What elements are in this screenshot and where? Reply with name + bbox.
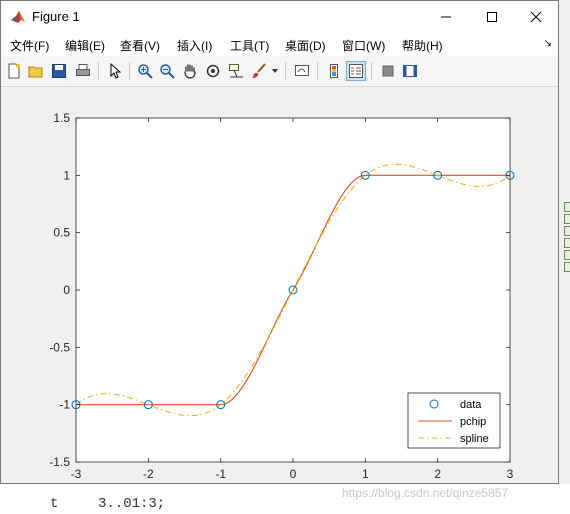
background-marker: [564, 214, 570, 224]
code-variable: t: [50, 496, 59, 512]
figure-canvas[interactable]: -3 -2 -1 0 1 2 3 1.5 1 0.5 0 -0.5 -1 -1.5 data pchip sp…: [2, 87, 558, 483]
figure-window: Figure 1 文件(F) 编辑(E) 查看(V) 插入(I) 工具(T) 桌…: [0, 0, 559, 484]
link-plot-icon: [295, 65, 309, 76]
close-button[interactable]: [513, 1, 559, 32]
data-cursor-button[interactable]: [226, 61, 246, 81]
menu-file[interactable]: 文件(F): [10, 37, 49, 54]
plot-svg[interactable]: -3 -2 -1 0 1 2 3 1.5 1 0.5 0 -0.5 -1 -1.5 data pchip sp…: [2, 87, 558, 483]
toolbar-separator: [317, 62, 318, 80]
y-tick-label: 1.5: [53, 111, 70, 125]
edit-plot-button[interactable]: [105, 61, 125, 81]
toolbar-separator: [285, 62, 286, 80]
toolbar-separator: [371, 62, 372, 80]
print-button[interactable]: [73, 61, 93, 81]
menu-view[interactable]: 查看(V): [120, 37, 160, 54]
minimize-button[interactable]: [423, 1, 469, 32]
menu-tools[interactable]: 工具(T): [230, 37, 269, 54]
menu-help[interactable]: 帮助(H): [402, 37, 443, 54]
legend-label: data: [460, 399, 482, 411]
menu-bar: 文件(F) 编辑(E) 查看(V) 插入(I) 工具(T) 桌面(D) 窗口(W…: [1, 32, 558, 56]
zoom-in-button[interactable]: [135, 61, 155, 81]
brush-icon: [252, 63, 266, 78]
y-tick-label: -1.5: [49, 455, 70, 469]
menu-desktop[interactable]: 桌面(D): [285, 37, 326, 54]
zoom-in-icon: [138, 64, 153, 79]
rotate-3d-icon: [206, 64, 220, 78]
window-title: Figure 1: [32, 9, 80, 24]
show-plot-tools-icon: [403, 65, 417, 77]
menu-window[interactable]: 窗口(W): [342, 37, 385, 54]
close-icon: [530, 11, 542, 22]
x-tick-label: 3: [507, 467, 514, 481]
menu-edit[interactable]: 编辑(E): [65, 37, 105, 54]
background-marker: [564, 262, 570, 272]
pan-button[interactable]: [180, 61, 200, 81]
zoom-out-icon: [160, 64, 175, 79]
save-button[interactable]: [49, 61, 69, 81]
y-tick-label: -0.5: [49, 340, 70, 354]
y-tick-label: 1: [63, 168, 70, 182]
title-bar[interactable]: Figure 1: [1, 1, 558, 32]
hide-plot-tools-button[interactable]: [378, 61, 398, 81]
toolbar-separator: [129, 62, 130, 80]
y-tick-label: 0.5: [53, 226, 70, 240]
show-plot-tools-button[interactable]: [400, 61, 420, 81]
background-marker: [564, 238, 570, 248]
maximize-button[interactable]: [469, 1, 515, 32]
pan-hand-icon: [184, 64, 196, 79]
background-marker: [564, 226, 570, 236]
link-plot-button[interactable]: [292, 61, 312, 81]
y-tick-label: 0: [63, 283, 70, 297]
x-tick-label: -2: [143, 467, 154, 481]
y-tick-label: -1: [59, 398, 70, 412]
x-tick-label: -1: [215, 467, 226, 481]
hide-plot-tools-icon: [382, 65, 394, 77]
menu-insert[interactable]: 插入(I): [177, 37, 212, 54]
figure-toolbar: [1, 56, 558, 87]
background-marker: [564, 250, 570, 260]
data-cursor-icon: [229, 64, 243, 78]
x-tick-label: -3: [71, 467, 82, 481]
maximize-icon: [487, 11, 497, 22]
x-tick-label: 2: [434, 467, 441, 481]
watermark-text: https://blog.csdn.net/qinze5857: [342, 486, 509, 500]
print-icon: [76, 64, 90, 76]
open-file-button[interactable]: [26, 61, 46, 81]
chevron-down-icon: [272, 69, 278, 73]
legend-button[interactable]: [346, 61, 366, 81]
legend-icon: [349, 64, 363, 78]
minimize-icon: [441, 16, 451, 17]
x-tick-label: 0: [290, 467, 297, 481]
new-figure-icon: [8, 63, 20, 79]
legend-label: spline: [460, 433, 489, 445]
save-icon: [52, 64, 66, 78]
toolbar-separator: [98, 62, 99, 80]
background-editor-edge: [558, 0, 570, 514]
menu-overflow-arrow-icon[interactable]: ↘: [544, 38, 552, 49]
zoom-out-button[interactable]: [157, 61, 177, 81]
colorbar-button[interactable]: [324, 61, 344, 81]
open-file-icon: [28, 66, 43, 78]
edit-plot-arrow-icon: [110, 63, 122, 79]
rotate-3d-button[interactable]: [203, 61, 223, 81]
x-tick-label: 1: [362, 467, 369, 481]
background-marker: [564, 202, 570, 212]
new-figure-button[interactable]: [4, 61, 24, 81]
brush-button[interactable]: [249, 61, 269, 81]
code-range: 3..01:3;: [98, 496, 166, 512]
brush-dropdown[interactable]: [269, 61, 281, 81]
legend-label: pchip: [460, 416, 486, 428]
matlab-icon: [10, 9, 26, 25]
colorbar-icon: [330, 64, 338, 78]
